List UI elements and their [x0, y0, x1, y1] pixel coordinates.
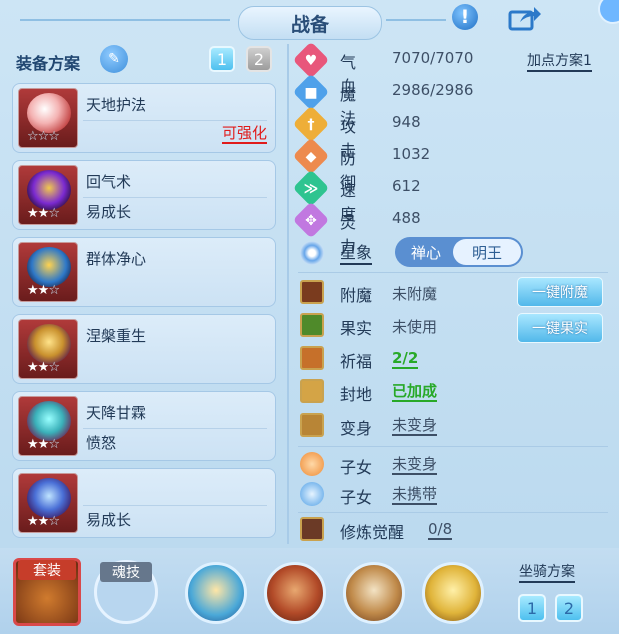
star-rating: ★★☆: [27, 514, 60, 529]
mount-slot-3-icon[interactable]: [343, 562, 405, 624]
one-click-enchant-button[interactable]: 一键附魔: [517, 277, 603, 307]
stat-value: 488: [392, 209, 421, 227]
section-divider: [298, 512, 608, 513]
suit-label[interactable]: 套装: [18, 560, 76, 580]
skill-icon: ★★☆: [18, 473, 78, 533]
mount-slot-4-icon[interactable]: [422, 562, 484, 624]
skill-trait: 易成长: [86, 511, 132, 529]
skill-trait: 愤怒: [86, 434, 117, 452]
paw-icon: [300, 482, 324, 506]
mount-page-2-button[interactable]: 2: [555, 594, 583, 622]
fief-label: 封地: [340, 385, 373, 404]
skill-icon: ☆☆☆: [18, 88, 78, 148]
scheme-page-1-button[interactable]: 1: [209, 46, 235, 72]
cultivation-label: 修炼觉醒: [340, 523, 405, 542]
mount-page-1-button[interactable]: 1: [518, 594, 546, 622]
scheme-page-2-button[interactable]: 2: [246, 46, 272, 72]
equipment-scheme-label: 装备方案: [16, 54, 81, 73]
star-rating: ★★☆: [27, 283, 60, 298]
blessing-icon: [300, 346, 324, 370]
astro-option-mingwang[interactable]: 明王: [453, 239, 521, 265]
battle-prep-panel: 战备 ! 装备方案 ✎ 1 2 ☆☆☆ 天地护法 可强化 ★★☆ 回气术 易成长: [0, 0, 619, 634]
card-divider: [83, 505, 267, 506]
skill-card[interactable]: ★★☆ 群体净心: [12, 237, 276, 307]
title-ornament-right: [386, 19, 446, 21]
enchant-icon: [300, 280, 324, 304]
stat-value: 948: [392, 113, 421, 131]
child-carry-value[interactable]: 未携带: [392, 485, 438, 505]
star-rating: ☆☆☆: [27, 129, 60, 144]
skill-card[interactable]: ★★☆ 易成长: [12, 468, 276, 538]
page-title: 战备: [238, 6, 382, 40]
edit-pencil-icon[interactable]: ✎: [100, 45, 128, 73]
skill-icon: ★★☆: [18, 242, 78, 302]
child-label: 子女: [340, 458, 373, 477]
skill-icon: ★★☆: [18, 165, 78, 225]
skill-name: 天地护法: [86, 96, 147, 114]
upgradeable-link[interactable]: 可强化: [221, 124, 267, 144]
close-icon[interactable]: [598, 0, 619, 24]
skill-icon: ★★☆: [18, 396, 78, 456]
child-label: 子女: [340, 488, 373, 507]
section-divider: [298, 446, 608, 447]
skill-trait: 易成长: [86, 203, 132, 221]
title-bar: 战备 !: [0, 0, 619, 40]
skill-card[interactable]: ★★☆ 天降甘霖 愤怒: [12, 391, 276, 461]
transform-label: 变身: [340, 419, 373, 438]
section-divider: [298, 272, 608, 273]
transform-icon: [300, 413, 324, 437]
skill-name: 涅槃重生: [86, 327, 147, 345]
mount-slot-1-icon[interactable]: [185, 562, 247, 624]
card-divider: [83, 197, 267, 198]
astrology-toggle[interactable]: 禅心 明王: [395, 237, 523, 267]
blessing-label: 祈福: [340, 352, 373, 371]
exclamation-icon[interactable]: !: [452, 4, 478, 30]
skill-card[interactable]: ☆☆☆ 天地护法 可强化: [12, 83, 276, 153]
skill-icon: ★★☆: [18, 319, 78, 379]
fief-icon: [300, 379, 324, 403]
star-rating: ★★☆: [27, 437, 60, 452]
card-divider: [83, 120, 267, 121]
star-rating: ★★☆: [27, 360, 60, 375]
skill-name: 回气术: [86, 173, 132, 191]
soul-skill-label[interactable]: 魂技: [100, 562, 152, 582]
column-divider: [287, 44, 289, 544]
mount-scheme-link[interactable]: 坐骑方案: [519, 564, 575, 583]
cultivation-icon: [300, 517, 324, 541]
card-divider: [83, 428, 267, 429]
fruit-icon: [300, 313, 324, 337]
cultivation-value[interactable]: 0/8: [428, 520, 453, 540]
skill-name: 天降甘霖: [86, 404, 147, 422]
stat-value: 7070/7070: [392, 49, 474, 67]
transform-value[interactable]: 未变身: [392, 416, 438, 436]
fief-value[interactable]: 已加成: [392, 382, 438, 402]
enchant-label: 附魔: [340, 286, 373, 305]
title-ornament-left: [20, 19, 230, 21]
skill-card[interactable]: ★★☆ 涅槃重生: [12, 314, 276, 384]
one-click-fruit-button[interactable]: 一键果实: [517, 313, 603, 343]
skill-card[interactable]: ★★☆ 回气术 易成长: [12, 160, 276, 230]
child-transform-value[interactable]: 未变身: [392, 455, 438, 475]
stat-value: 1032: [392, 145, 431, 163]
blessing-value[interactable]: 2/2: [392, 349, 419, 369]
enchant-value: 未附魔: [392, 285, 438, 303]
mount-slot-2-icon[interactable]: [264, 562, 326, 624]
fruit-value: 未使用: [392, 318, 438, 336]
star-rating: ★★☆: [27, 206, 60, 221]
child-icon: [300, 452, 324, 476]
astrology-icon: [300, 241, 324, 265]
attribute-plan-link[interactable]: 加点方案1: [527, 53, 592, 72]
fruit-label: 果实: [340, 319, 373, 338]
stat-value: 612: [392, 177, 421, 195]
skill-name: 群体净心: [86, 250, 147, 268]
stat-value: 2986/2986: [392, 81, 474, 99]
astrology-label[interactable]: 星象: [340, 243, 373, 265]
share-icon[interactable]: [508, 4, 542, 32]
astro-option-chanxin[interactable]: 禅心: [397, 237, 455, 267]
